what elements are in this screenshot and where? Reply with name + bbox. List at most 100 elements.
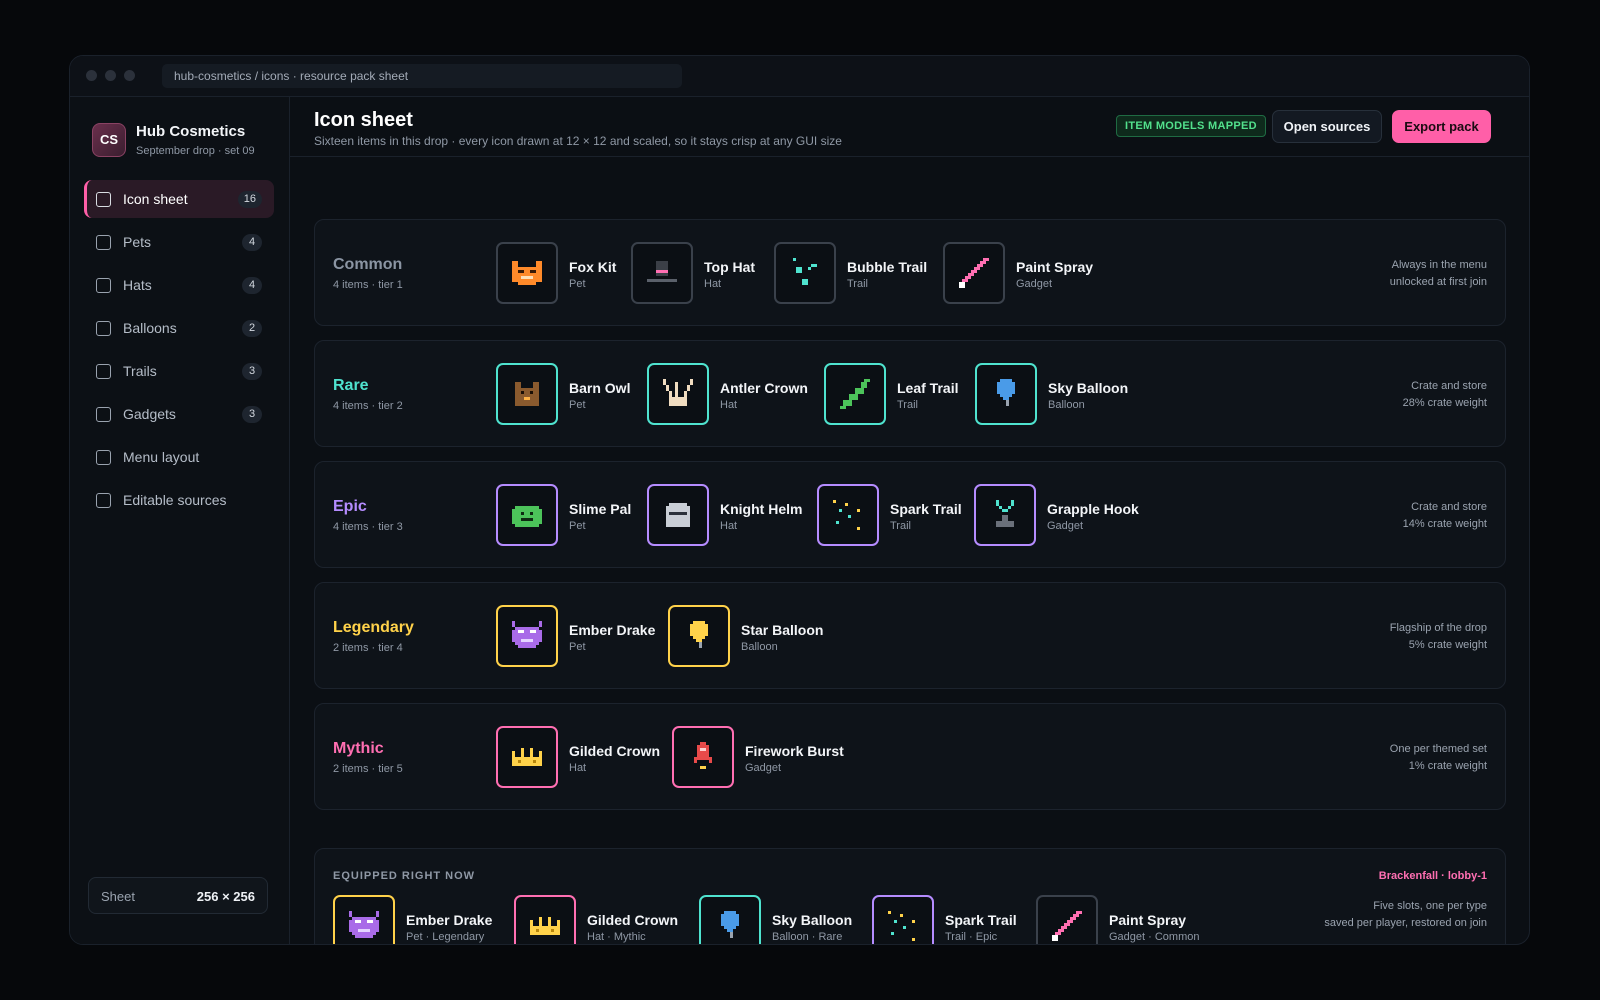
sheet-size-box: Sheet 256 × 256 [88, 877, 268, 914]
checkbox-icon [96, 450, 111, 465]
owl-icon [496, 363, 558, 425]
server-label: Brackenfall · lobby-1 [1378, 870, 1487, 882]
count-badge: 4 [242, 234, 262, 251]
tier-meta: 2 items · tier 5 [333, 763, 403, 775]
sidebar-item-label: Hats [123, 277, 152, 293]
sheet-size: 256 × 256 [196, 889, 255, 904]
count-badge: 3 [242, 363, 262, 380]
sidebar-item-label: Trails [123, 363, 157, 379]
app-window: hub-cosmetics / icons · resource pack sh… [69, 55, 1530, 945]
item-name: Paint Spray [1016, 259, 1094, 275]
antler-icon [647, 363, 709, 425]
sidebar-item-pets[interactable]: Pets 4 [84, 223, 274, 261]
window-close-dot[interactable] [86, 70, 97, 81]
title-bar: hub-cosmetics / icons · resource pack sh… [70, 56, 1529, 97]
tier-meta: 4 items · tier 3 [333, 521, 403, 533]
sidebar-item-balloons[interactable]: Balloons 2 [84, 309, 274, 347]
count-badge: 3 [242, 406, 262, 423]
sidebar-item-menu-layout[interactable]: Menu layout [84, 438, 274, 476]
sidebar-item-label: Editable sources [123, 492, 227, 508]
sidebar-item-label: Gadgets [123, 406, 176, 422]
checkbox-icon [96, 493, 111, 508]
tier-note: Crate and store 28% crate weight [1402, 380, 1487, 409]
item-name: Fox Kit [569, 259, 617, 275]
count-badge: 4 [242, 277, 262, 294]
item-type: Gadget [745, 762, 782, 774]
bubble-trail-icon [774, 242, 836, 304]
count-badge: 16 [237, 191, 262, 208]
paint-spray-icon [1036, 895, 1098, 944]
checkbox-icon [96, 364, 111, 379]
tier-name: Legendary [333, 619, 414, 636]
tier-meta: 2 items · tier 4 [333, 642, 403, 654]
tier-card-mythic: Mythic 2 items · tier 5 Gilded Crown Hat… [314, 703, 1506, 810]
sidebar-item-icon-sheet[interactable]: Icon sheet 16 [84, 180, 274, 218]
item-type: Pet [569, 641, 586, 653]
address-bar[interactable]: hub-cosmetics / icons · resource pack sh… [162, 64, 682, 88]
item-name: Gilded Crown [569, 743, 660, 759]
item-type: Trail · Epic [945, 931, 998, 943]
sheet-label: Sheet [101, 889, 135, 904]
item-name: Spark Trail [890, 501, 962, 517]
sidebar-item-gadgets[interactable]: Gadgets 3 [84, 395, 274, 433]
checkbox-icon [96, 278, 111, 293]
crown-icon [496, 726, 558, 788]
checkbox-icon [96, 235, 111, 250]
page-subtitle: Sixteen items in this drop · every icon … [314, 134, 842, 148]
sidebar-item-trails[interactable]: Trails 3 [84, 352, 274, 390]
item-name: Paint Spray [1109, 912, 1187, 928]
page-title: Icon sheet [314, 109, 413, 131]
sidebar: CS Hub Cosmetics September drop · set 09… [70, 97, 290, 944]
firework-icon [672, 726, 734, 788]
count-badge: 2 [242, 320, 262, 337]
tier-note: Flagship of the drop 5% crate weight [1389, 622, 1487, 651]
item-name: Leaf Trail [897, 380, 959, 396]
section-title: EQUIPPED RIGHT NOW [333, 870, 476, 882]
item-name: Top Hat [704, 259, 756, 275]
item-type: Balloon · Rare [772, 931, 843, 943]
open-sources-button[interactable]: Open sources [1272, 110, 1382, 143]
sidebar-item-label: Icon sheet [123, 191, 188, 207]
item-name: Firework Burst [745, 743, 844, 759]
item-type: Balloon [1048, 399, 1085, 411]
sidebar-item-editable-sources[interactable]: Editable sources [84, 481, 274, 519]
tier-card-legendary: Legendary 2 items · tier 4 Ember Drake P… [314, 582, 1506, 689]
checkbox-icon [96, 407, 111, 422]
window-maximize-dot[interactable] [124, 70, 135, 81]
item-name: Star Balloon [741, 622, 824, 638]
crown-icon [514, 895, 576, 944]
export-pack-button[interactable]: Export pack [1392, 110, 1491, 143]
item-name: Gilded Crown [587, 912, 678, 928]
item-type: Gadget [1016, 278, 1053, 290]
spark-icon [872, 895, 934, 944]
checkbox-icon [96, 321, 111, 336]
spark-icon [817, 484, 879, 546]
tier-meta: 4 items · tier 1 [333, 279, 403, 291]
tier-note: Crate and store 14% crate weight [1402, 501, 1487, 530]
status-badge: ITEM MODELS MAPPED [1116, 115, 1266, 137]
page-header: Icon sheet Sixteen items in this drop · … [290, 97, 1529, 157]
tier-note: Always in the menu unlocked at first join [1389, 259, 1487, 288]
item-type: Hat [720, 399, 738, 411]
grapple-icon [974, 484, 1036, 546]
item-name: Sky Balloon [1048, 380, 1129, 396]
tier-name: Epic [333, 498, 367, 515]
window-minimize-dot[interactable] [105, 70, 116, 81]
brand-logo: CS [92, 123, 126, 157]
item-type: Pet [569, 278, 586, 290]
sidebar-item-hats[interactable]: Hats 4 [84, 266, 274, 304]
item-name: Spark Trail [945, 912, 1017, 928]
balloon-icon [975, 363, 1037, 425]
item-name: Grapple Hook [1047, 501, 1139, 517]
item-name: Barn Owl [569, 380, 631, 396]
item-name: Sky Balloon [772, 912, 853, 928]
item-type: Trail [847, 278, 868, 290]
tier-card-common: Common 4 items · tier 1 Fox Kit Pet Top … [314, 219, 1506, 326]
item-type: Hat [720, 520, 738, 532]
fox-icon [496, 242, 558, 304]
tier-name: Mythic [333, 740, 384, 757]
item-type: Gadget · Common [1109, 931, 1200, 943]
item-type: Hat · Mythic [587, 931, 646, 943]
slime-icon [496, 484, 558, 546]
item-type: Hat [704, 278, 722, 290]
